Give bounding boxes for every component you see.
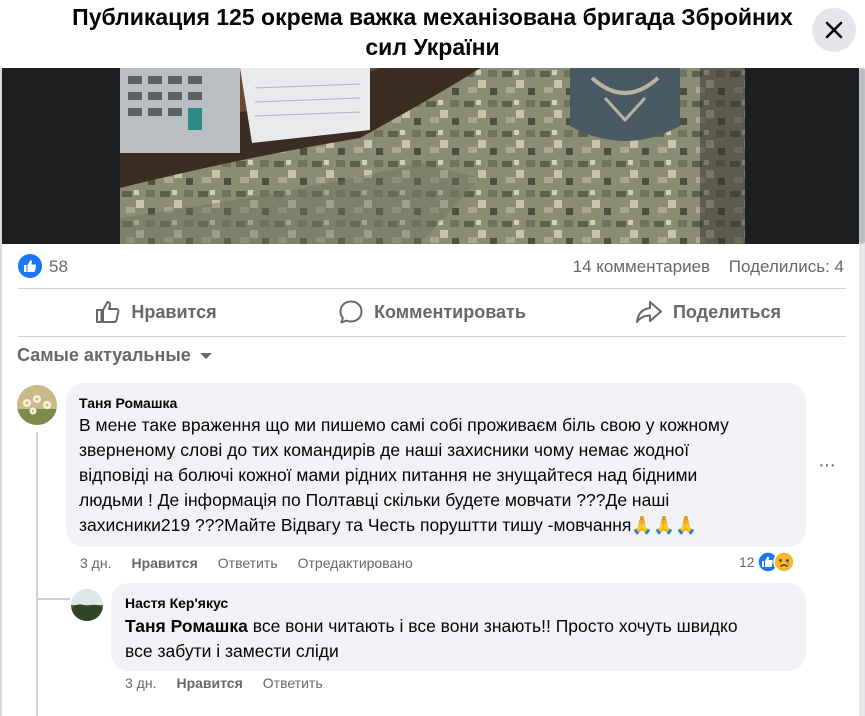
reply-like-button[interactable]: Нравится <box>176 675 242 691</box>
reply-mention[interactable]: Таня Ромашка <box>125 616 248 636</box>
reply-text-line: все вони читають і все вони знають!! Про… <box>247 616 738 636</box>
comment-like-button[interactable]: Нравится <box>131 555 197 571</box>
thumb-up-glyph <box>24 260 37 272</box>
avatar-image <box>17 385 57 425</box>
thread-line <box>36 432 38 716</box>
like-reaction-icon[interactable] <box>18 254 42 278</box>
like-button-label: Нравится <box>131 301 217 322</box>
comment-more-button[interactable]: ··· <box>818 454 836 477</box>
comment-text: В мене таке враження що ми пишемо самі с… <box>79 413 729 538</box>
dialog-title: Публикация 125 окрема важка механізована… <box>72 4 793 60</box>
comments-sort-dropdown[interactable]: Самые актуальные <box>17 345 213 366</box>
post-image-illustration <box>120 68 745 244</box>
thumb-up-icon <box>96 301 120 323</box>
like-count[interactable]: 58 <box>49 257 68 277</box>
avatar[interactable] <box>17 385 57 425</box>
comments-sort-label: Самые актуальные <box>17 345 191 365</box>
post-image[interactable] <box>120 68 745 244</box>
comment-author[interactable]: Таня Ромашка <box>79 395 177 411</box>
reply-text-line: все забути і замести сліди <box>125 641 339 661</box>
comment-edited-label[interactable]: Отредактировано <box>298 555 413 571</box>
comment-button-label: Комментировать <box>374 301 526 322</box>
reply-time[interactable]: 3 дн. <box>125 675 156 691</box>
shares-count[interactable]: Поделились: 4 <box>729 257 844 276</box>
share-button[interactable]: Поделиться <box>570 290 846 334</box>
reply-meta: 3 дн. Нравится Ответить <box>125 675 323 691</box>
avatar-image <box>71 589 103 621</box>
comment-time[interactable]: 3 дн. <box>80 555 111 571</box>
share-button-label: Поделиться <box>672 301 782 322</box>
divider <box>18 336 846 337</box>
caret-down-icon <box>199 352 212 359</box>
comment-text-line: зверненому слові до тих командирів де на… <box>79 440 690 460</box>
comment-text-line: людьми ! Де інформація по Полтавці скіль… <box>79 490 670 510</box>
comment-text-line: відповіді на болючі кожної мами рідних п… <box>79 465 698 485</box>
share-icon <box>635 301 662 323</box>
comment-text-line: В мене таке враження що ми пишемо самі с… <box>79 415 729 435</box>
comments-count[interactable]: 14 комментариев <box>573 257 710 276</box>
like-button[interactable]: Нравится <box>18 290 294 334</box>
avatar[interactable] <box>71 589 103 621</box>
sad-reaction-icon <box>772 551 795 573</box>
reaction-count: 12 <box>739 554 755 570</box>
comment-reactions[interactable]: 12 <box>739 551 795 573</box>
comment-button[interactable]: Комментировать <box>294 290 570 334</box>
comment-text-line: захисники219 ???Майте Відвагу та Честь п… <box>79 515 697 535</box>
divider <box>18 288 846 289</box>
comment-reply-button[interactable]: Ответить <box>218 555 278 571</box>
comment-meta: 3 дн. Нравится Ответить Отредактировано <box>80 555 413 571</box>
comment-icon <box>339 300 363 324</box>
reply-reply-button[interactable]: Ответить <box>263 675 323 691</box>
dialog-header: Публикация 125 окрема важка механізована… <box>0 0 865 68</box>
comment-bubble: Таня Ромашка В мене таке враження що ми … <box>66 383 806 547</box>
reply-bubble: Настя Кер'якус Таня Ромашка все вони чит… <box>111 583 806 671</box>
reply-text: Таня Ромашка все вони читають і все вони… <box>125 614 738 664</box>
close-icon <box>825 21 843 39</box>
scrollbar-thumb[interactable] <box>859 68 865 244</box>
post-stats: 58 14 комментариев Поделились: 4 <box>18 252 846 280</box>
reply-author[interactable]: Настя Кер'якус <box>125 595 228 611</box>
post-actions: Нравится Комментировать Поделиться <box>18 290 846 334</box>
post-image-frame <box>2 68 859 244</box>
thread-line-branch <box>36 598 70 600</box>
close-button[interactable] <box>812 8 856 52</box>
